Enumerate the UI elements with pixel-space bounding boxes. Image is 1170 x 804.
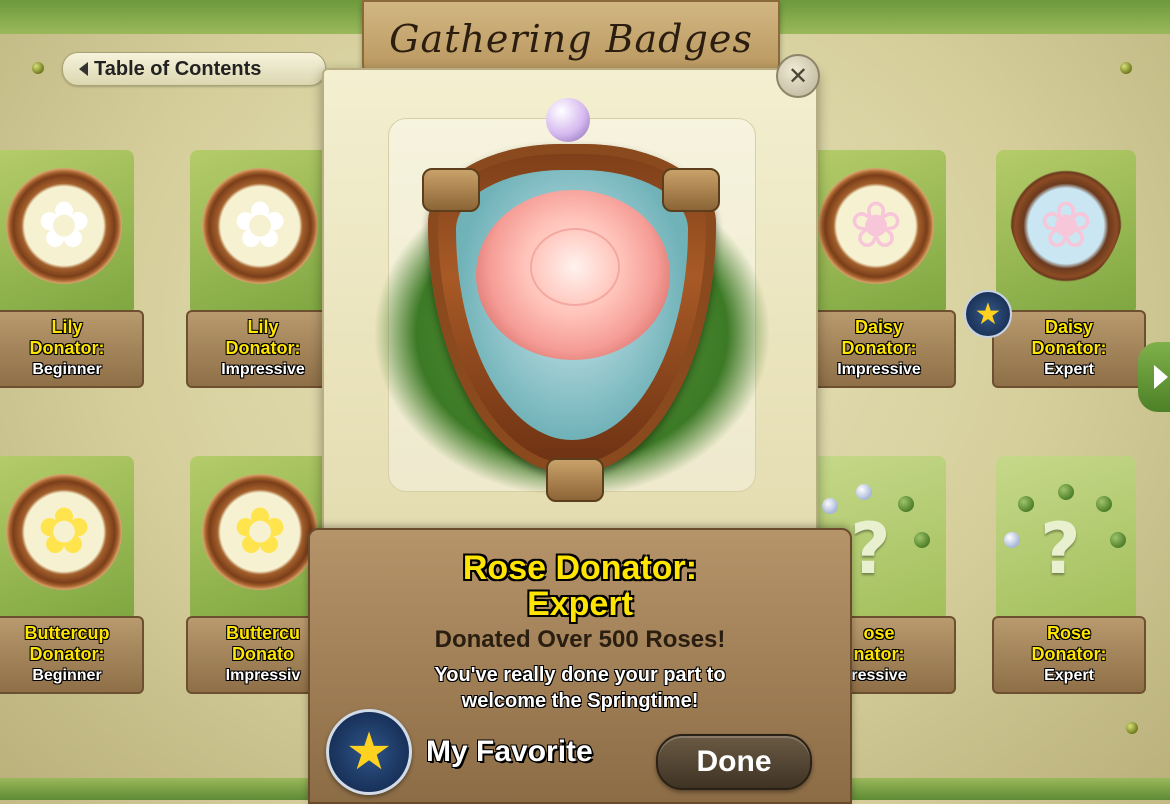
rivet-icon [1126,722,1138,734]
close-button[interactable]: ✕ [776,54,820,98]
badge-tile-rose-expert-locked[interactable]: ? Rose Donator: Expert [992,456,1146,696]
empty-slot-icon [898,496,914,512]
empty-slot-icon [1018,496,1034,512]
badge-level: Impressiv [225,667,301,684]
badge-name: Lily [51,317,83,337]
badge-label-plank: Daisy Donator: Expert [992,310,1146,388]
pearl-icon [822,498,838,514]
badge-label-plank: Daisy Donator: Impressive [802,310,956,388]
badge-name-line2: Donato [232,644,294,664]
badge-name-line2: Donator: [29,644,105,664]
buttercup-icon: ✿ [233,495,287,569]
badge-name-line2: Donator: [29,338,105,358]
page-title: Gathering Badges [389,17,753,61]
badge-tile-lily-impressive[interactable]: ✿ Lily Donator: Impressive [186,150,340,390]
daisy-icon: ❀ [1039,189,1093,263]
rivet-icon [1120,62,1132,74]
badge-name-line2: Donator: [225,338,301,358]
next-arrow-icon [1154,365,1168,389]
rivet-icon [32,62,44,74]
badge-name: Daisy [1044,317,1094,337]
badge-name: Daisy [854,317,904,337]
badge-name: Buttercup [24,623,110,643]
badge-title-line2: Expert [527,585,633,623]
favorite-label: My Favorite [426,735,593,768]
favorite-star-icon: ★ [964,290,1012,338]
badge-tile-daisy-impressive[interactable]: ❀ Daisy Donator: Impressive [802,150,956,390]
empty-slot-icon [914,532,930,548]
badge-name-line2: Donator: [841,338,917,358]
badge-label-plank: Lily Donator: Impressive [186,310,340,388]
pearl-icon [1004,532,1020,548]
badge-desc-line2: welcome the Springtime! [461,690,699,712]
pearl-icon [856,484,872,500]
badge-name: Rose [1046,623,1091,643]
question-mark-icon: ? [1040,508,1081,590]
my-favorite-toggle[interactable]: ★ My Favorite [326,709,626,795]
empty-slot-icon [1096,496,1112,512]
badge-tile-buttercup-beginner[interactable]: ✿ Buttercup Donator: Beginner [0,456,144,696]
empty-slot-icon [1058,484,1074,500]
badge-desc-line1: You've really done your part to [434,664,726,686]
badge-tile-daisy-expert[interactable]: ❀ Daisy Donator: Expert [992,150,1146,390]
rose-badge-icon [372,98,772,508]
title-plaque: Gathering Badges [362,0,780,78]
badge-level: Expert [1044,667,1094,684]
badge-label-plank: Lily Donator: Beginner [0,310,144,388]
close-icon: ✕ [787,62,809,90]
badge-detail-title: Rose Donator: Expert [310,550,850,622]
badge-level: Beginner [32,361,102,378]
badge-tile-lily-beginner[interactable]: ✿ Lily Donator: Beginner [0,150,144,390]
lily-icon: ✿ [233,189,287,263]
favorite-star-icon[interactable]: ★ [326,709,412,795]
badge-level: Beginner [32,667,102,684]
badge-detail-subtitle: Donated Over 500 Roses! [434,626,726,653]
badge-name: ose [863,623,895,643]
badge-level: ressive [851,667,907,684]
buttercup-icon: ✿ [37,495,91,569]
next-page-button[interactable] [1138,342,1170,412]
badge-detail-description: You've really done your part to welcome … [350,662,810,714]
badge-info-plaque: Rose Donator: Expert Donated Over 500 Ro… [308,528,852,804]
badge-label-plank: Buttercup Donator: Beginner [0,616,144,694]
badge-level: Impressive [221,361,305,378]
done-button[interactable]: Done [656,734,812,790]
badge-name: Buttercu [225,623,300,643]
badge-label-plank: Rose Donator: Expert [992,616,1146,694]
rope-knot [422,168,480,212]
badge-level: Impressive [837,361,921,378]
back-arrow-icon [79,62,88,76]
daisy-icon: ❀ [849,189,903,263]
table-of-contents-button[interactable]: Table of Contents [62,52,326,86]
rope-knot [662,168,720,212]
badge-name-line2: Donator: [1031,338,1107,358]
badge-title-line1: Rose Donator: [462,549,698,587]
rose-center [530,228,620,306]
badge-level: Expert [1044,361,1094,378]
badge-name: Lily [247,317,279,337]
badge-name-line2: nator: [853,644,905,664]
lily-icon: ✿ [37,189,91,263]
badge-name-line2: Donator: [1031,644,1107,664]
empty-slot-icon [1110,532,1126,548]
pearl-icon [546,98,590,142]
question-mark-icon: ? [850,508,891,590]
toc-label: Table of Contents [94,57,262,80]
rope-knot [546,458,604,502]
